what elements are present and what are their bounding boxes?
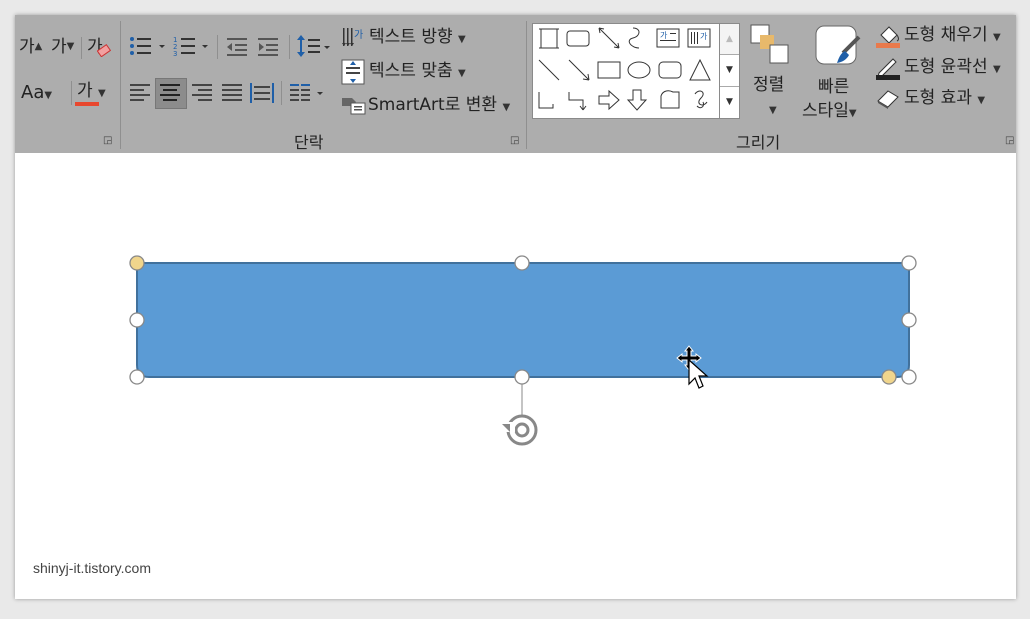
- resize-handle-bottom: [514, 369, 530, 385]
- shape-effects-icon: [877, 90, 899, 109]
- group-separator: [120, 21, 121, 149]
- drawing-dialog-launcher-icon[interactable]: ◲: [1005, 135, 1014, 146]
- svg-text:가: 가: [354, 29, 363, 41]
- quick-styles-icon: [815, 25, 861, 65]
- shape-curve-icon: [628, 27, 640, 49]
- change-case-button[interactable]: Aa▼: [21, 83, 52, 106]
- selected-shape: [136, 262, 910, 378]
- resize-handle-top: [514, 255, 530, 271]
- shape-fill-button[interactable]: 도형 채우기 ▼: [904, 25, 1001, 48]
- align-right-icon[interactable]: [190, 81, 214, 105]
- font-color-button[interactable]: 가 ▼: [77, 81, 106, 104]
- gallery-scroll-up-icon[interactable]: ▲: [720, 24, 739, 55]
- arrange-dropdown-icon[interactable]: ▼: [769, 105, 777, 116]
- shape-elbow-arrow-icon: [568, 92, 587, 111]
- rotate-handle-icon: [502, 414, 538, 446]
- align-left-icon[interactable]: [128, 81, 152, 105]
- quick-styles-button[interactable]: 스타일▼: [802, 101, 857, 124]
- increase-indent-icon[interactable]: [256, 35, 282, 57]
- group-separator-2: [526, 21, 527, 149]
- shape-elbow-connector-icon: [538, 92, 554, 109]
- app-window: 가▲ 가▼ 가 Aa▼ 가 ▼ ◲ 1 2 3 가 텍스트 방향 ▼ 텍스트 맞…: [15, 15, 1016, 599]
- adjust-handle-top-left: [129, 255, 145, 271]
- shape-vertical-textbox-icon: 가: [687, 28, 711, 48]
- watermark-text: shinyj-it.tistory.com: [33, 560, 151, 576]
- para-separator-3: [281, 81, 282, 105]
- para-separator-2: [289, 35, 290, 59]
- justify-icon[interactable]: [220, 81, 244, 105]
- drawing-group-label: 그리기: [736, 133, 781, 152]
- slide-svg: [129, 255, 917, 446]
- text-direction-icon: 가: [342, 28, 363, 46]
- svg-text:가: 가: [700, 32, 708, 41]
- smartart-convert-button[interactable]: SmartArt로 변환 ▼: [368, 95, 510, 118]
- quick-styles-label-1: 빠른: [818, 77, 850, 97]
- shape-text-box-icon: [539, 28, 559, 49]
- arrange-button[interactable]: 정렬: [753, 75, 784, 95]
- shape-outline-icon: [876, 58, 900, 80]
- shape-outline-button[interactable]: 도형 윤곽선 ▼: [904, 57, 1001, 80]
- gallery-scroll-down-icon[interactable]: ▼: [720, 55, 739, 87]
- font-dialog-launcher-icon[interactable]: ◲: [103, 135, 112, 146]
- align-text-button[interactable]: 텍스트 맞춤 ▼: [369, 61, 466, 84]
- shape-rectangle-icon: [597, 61, 621, 79]
- resize-handle-left: [129, 312, 145, 328]
- font-separator-2: [71, 81, 72, 105]
- shape-snip-icon: [660, 90, 680, 109]
- resize-handle-right: [901, 312, 917, 328]
- shape-arrow-line-icon: [568, 59, 590, 81]
- numbering-icon[interactable]: 1 2 3: [173, 35, 213, 57]
- distributed-icon[interactable]: [249, 81, 275, 105]
- smartart-convert-icon: [342, 98, 366, 115]
- shape-effects-button[interactable]: 도형 효과 ▼: [904, 88, 985, 111]
- slide-canvas[interactable]: shinyj-it.tistory.com: [15, 153, 1016, 599]
- svg-text:3: 3: [173, 50, 177, 57]
- arrange-icon: [750, 24, 789, 64]
- shape-rounded-rect-2-icon: [658, 61, 682, 79]
- resize-handle-bottom-right: [901, 369, 917, 385]
- shape-down-arrow-icon: [626, 89, 648, 111]
- para-separator: [217, 35, 218, 59]
- shape-line-icon: [538, 59, 560, 81]
- shape-double-arrow-icon: [598, 27, 620, 49]
- align-text-icon: [341, 59, 365, 85]
- decrease-indent-icon[interactable]: [225, 35, 251, 57]
- paragraph-group-label: 단락: [294, 133, 324, 152]
- shape-horizontal-textbox-icon: 가: [656, 28, 680, 48]
- resize-handle-top-right: [901, 255, 917, 271]
- shape-fill-icon: [876, 26, 900, 48]
- shape-freeform-icon: [694, 90, 708, 109]
- line-spacing-icon[interactable]: [296, 33, 332, 59]
- ribbon: 가▲ 가▼ 가 Aa▼ 가 ▼ ◲ 1 2 3 가 텍스트 방향 ▼ 텍스트 맞…: [15, 15, 1016, 154]
- adjust-handle-bottom-right: [881, 369, 897, 385]
- shape-right-arrow-icon: [598, 89, 620, 111]
- font-color-swatch: [75, 102, 99, 106]
- shrink-font-button[interactable]: 가▼: [51, 37, 74, 57]
- columns-icon[interactable]: [288, 81, 328, 105]
- paragraph-dialog-launcher-icon[interactable]: ◲: [510, 135, 519, 146]
- shape-triangle-icon: [689, 58, 711, 81]
- align-center-icon: [160, 84, 180, 101]
- shape-oval-icon: [627, 61, 651, 79]
- shapes-gallery-grid: 가 가: [538, 27, 711, 111]
- resize-handle-bottom-left: [129, 369, 145, 385]
- grow-font-button[interactable]: 가▲: [19, 37, 42, 57]
- shape-rounded-rect-icon: [566, 30, 590, 47]
- bullets-icon[interactable]: [128, 35, 168, 57]
- clear-format-button[interactable]: 가: [87, 37, 111, 57]
- text-direction-button[interactable]: 텍스트 방향 ▼: [369, 27, 466, 50]
- shapes-gallery: 가 가: [532, 23, 740, 119]
- font-separator: [81, 37, 82, 59]
- eraser-icon: [97, 43, 111, 57]
- gallery-scrollbar[interactable]: ▲ ▼ ▼: [719, 23, 740, 119]
- svg-text:가: 가: [660, 31, 668, 40]
- gallery-more-icon[interactable]: ▼: [720, 87, 739, 118]
